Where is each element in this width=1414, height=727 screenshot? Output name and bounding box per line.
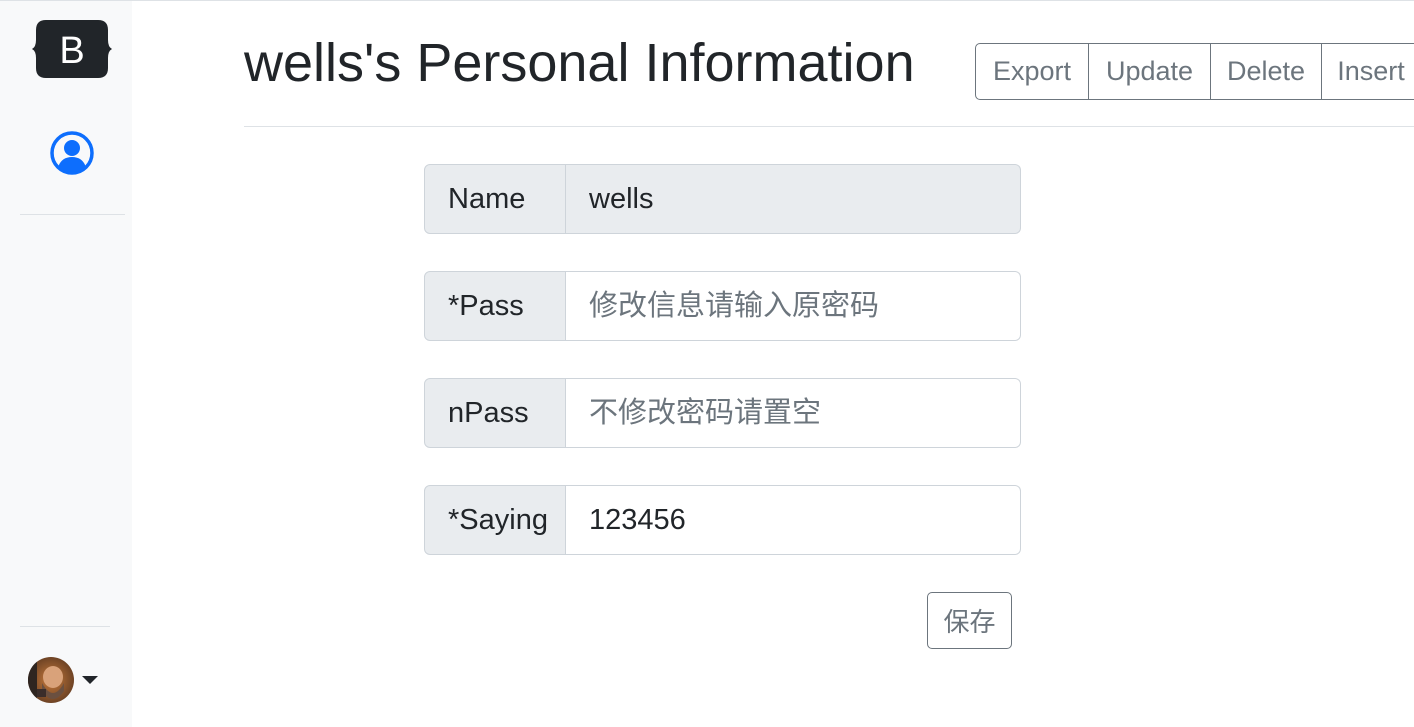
sidebar-divider [20,214,125,215]
sidebar-divider [20,626,110,627]
name-field [566,164,1021,234]
password-field[interactable] [566,271,1021,341]
saying-row: *Saying [424,485,1021,555]
avatar[interactable] [28,657,74,703]
name-row: Name [424,164,1021,234]
toolbar-button-group: Export Update Delete Insert [975,43,1414,100]
save-button[interactable]: 保存 [927,592,1012,649]
person-circle-icon[interactable] [48,129,96,177]
pass-row: *Pass [424,271,1021,341]
saying-field[interactable] [566,485,1021,555]
saying-label: *Saying [424,485,566,555]
export-button[interactable]: Export [975,43,1089,100]
svg-text:B: B [59,30,84,72]
update-button[interactable]: Update [1088,43,1211,100]
npass-row: nPass [424,378,1021,448]
chevron-down-icon[interactable] [82,676,98,684]
page-title: wells's Personal Information [244,33,915,93]
delete-button[interactable]: Delete [1210,43,1322,100]
sidebar: B [0,1,132,727]
new-password-field[interactable] [566,378,1021,448]
user-menu-toggle[interactable] [28,657,104,703]
insert-button[interactable]: Insert [1321,43,1414,100]
npass-label: nPass [424,378,566,448]
name-label: Name [424,164,566,234]
header-divider [244,126,1414,127]
pass-label: *Pass [424,271,566,341]
bootstrap-logo-icon[interactable]: B [32,16,112,82]
top-border [0,0,1414,1]
